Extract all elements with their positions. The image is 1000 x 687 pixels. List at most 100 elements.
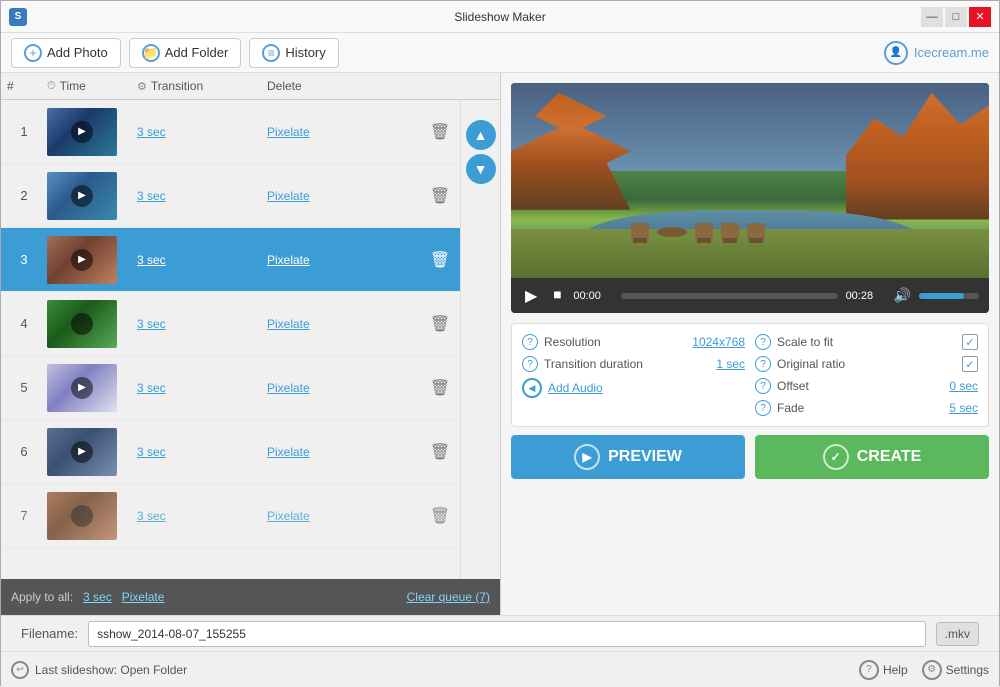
thumbnail-cell: ▶ [41, 168, 131, 224]
play-overlay: ▶ [71, 441, 93, 463]
delete-button[interactable]: 🗑 [426, 502, 454, 530]
apply-label: Apply to all: [11, 590, 73, 604]
play-button[interactable]: ▶ [521, 284, 541, 308]
table-row: 1 ▶ 3 sec Pixelate 🗑 [1, 100, 460, 164]
filename-bar: Filename: .mkv [1, 615, 999, 651]
filename-extension: .mkv [936, 622, 979, 646]
scale-label: Scale to fit [777, 335, 956, 349]
resolution-value[interactable]: 1024x768 [692, 335, 745, 349]
create-button[interactable]: ✓ CREATE [755, 435, 989, 479]
delete-button[interactable]: 🗑 [426, 182, 454, 210]
time-link[interactable]: 3 sec [137, 509, 166, 523]
time-cell: 3 sec [131, 444, 261, 459]
transition-link[interactable]: Pixelate [267, 189, 310, 203]
transition-link[interactable]: Pixelate [267, 125, 310, 139]
time-link[interactable]: 3 sec [137, 317, 166, 331]
time-link[interactable]: 3 sec [137, 189, 166, 203]
scale-checkbox[interactable]: ✓ [962, 334, 978, 350]
time-cell: 3 sec [131, 188, 261, 203]
delete-button[interactable]: 🗑 [426, 310, 454, 338]
scale-help-icon[interactable]: ? [755, 334, 771, 350]
scale-to-fit-row: ? Scale to fit ✓ [755, 334, 978, 350]
fade-label: Fade [777, 401, 943, 415]
delete-cell: 🗑 [420, 310, 460, 338]
app-icon: S [9, 8, 27, 26]
delete-button[interactable]: 🗑 [426, 246, 454, 274]
apply-transition[interactable]: Pixelate [122, 590, 165, 604]
thumbnail-cell: ▶ [41, 232, 131, 288]
brand-button[interactable]: 👤 Icecream.me [884, 41, 989, 65]
resolution-help-icon[interactable]: ? [522, 334, 538, 350]
main-content: # ⏱ Time ⚙ Transition Delete 1 [1, 73, 999, 615]
settings-button[interactable]: ⚙ Settings [922, 660, 989, 680]
transition-link[interactable]: Pixelate [267, 445, 310, 459]
delete-button[interactable]: 🗑 [426, 118, 454, 146]
table-row: 5 ▶ 3 sec Pixelate 🗑 [1, 356, 460, 420]
close-button[interactable]: ✕ [969, 7, 991, 27]
transition-link[interactable]: Pixelate [267, 381, 310, 395]
video-controls: ▶ ⏹ 00:00 00:28 🔊 [511, 278, 989, 313]
offset-value[interactable]: 0 sec [949, 379, 978, 393]
add-photo-button[interactable]: + Add Photo [11, 38, 121, 68]
time-link[interactable]: 3 sec [137, 253, 166, 267]
maximize-button[interactable]: □ [945, 7, 967, 27]
resolution-row: ? Resolution 1024x768 [522, 334, 745, 350]
row-number: 3 [1, 252, 41, 267]
move-down-button[interactable]: ▼ [466, 154, 496, 184]
minimize-button[interactable]: — [921, 7, 943, 27]
time-cell: 3 sec [131, 316, 261, 331]
thumbnail: ▶ [47, 428, 117, 476]
play-overlay: ▶ [71, 377, 93, 399]
fade-value[interactable]: 5 sec [949, 401, 978, 415]
history-button[interactable]: ≡ History [249, 38, 338, 68]
volume-bar[interactable] [919, 293, 979, 299]
row-number: 4 [1, 316, 41, 331]
transition-cell: Pixelate [261, 380, 420, 395]
ratio-checkbox[interactable]: ✓ [962, 356, 978, 372]
add-folder-button[interactable]: 📁 Add Folder [129, 38, 242, 68]
move-up-button[interactable]: ▲ [466, 120, 496, 150]
time-link[interactable]: 3 sec [137, 445, 166, 459]
time-link[interactable]: 3 sec [137, 381, 166, 395]
chair [721, 223, 739, 239]
ratio-help-icon[interactable]: ? [755, 356, 771, 372]
window-controls: — □ ✕ [921, 7, 991, 27]
time-link[interactable]: 3 sec [137, 125, 166, 139]
header-transition: ⚙ Transition [131, 79, 261, 93]
stop-button[interactable]: ⏹ [549, 285, 565, 307]
row-number: 5 [1, 380, 41, 395]
delete-cell: 🗑 [420, 118, 460, 146]
preview-button[interactable]: ▶ PREVIEW [511, 435, 745, 479]
settings-left: ? Resolution 1024x768 ? Transition durat… [522, 334, 745, 416]
time-cell: 3 sec [131, 252, 261, 267]
transition-link[interactable]: Pixelate [267, 317, 310, 331]
brand-icon: 👤 [884, 41, 908, 65]
transition-duration-value[interactable]: 1 sec [716, 357, 745, 371]
ratio-label: Original ratio [777, 357, 956, 371]
add-audio-link[interactable]: Add Audio [548, 381, 603, 395]
help-button[interactable]: ? Help [859, 660, 908, 680]
delete-button[interactable]: 🗑 [426, 438, 454, 466]
apply-time[interactable]: 3 sec [83, 590, 112, 604]
scene-table [657, 227, 687, 237]
offset-help-icon[interactable]: ? [755, 378, 771, 394]
add-audio-icon[interactable]: ◀ [522, 378, 542, 398]
add-audio-row: ◀ Add Audio [522, 378, 745, 398]
transition-duration-help-icon[interactable]: ? [522, 356, 538, 372]
delete-button[interactable]: 🗑 [426, 374, 454, 402]
transition-link[interactable]: Pixelate [267, 509, 310, 523]
fade-help-icon[interactable]: ? [755, 400, 771, 416]
table-row: 7 3 sec Pixelate 🗑 [1, 484, 460, 548]
row-number: 7 [1, 508, 41, 523]
header-num: # [1, 79, 41, 93]
clear-queue-button[interactable]: Clear queue (7) [407, 590, 490, 604]
filename-input[interactable] [88, 621, 926, 647]
create-icon: ✓ [823, 444, 849, 470]
settings-icon: ⚙ [922, 660, 942, 680]
time-cell: 3 sec [131, 124, 261, 139]
volume-button[interactable]: 🔊 [894, 287, 911, 304]
progress-bar[interactable] [621, 293, 837, 299]
transition-link[interactable]: Pixelate [267, 253, 310, 267]
thumbnail-cell [41, 296, 131, 352]
play-overlay [71, 313, 93, 335]
